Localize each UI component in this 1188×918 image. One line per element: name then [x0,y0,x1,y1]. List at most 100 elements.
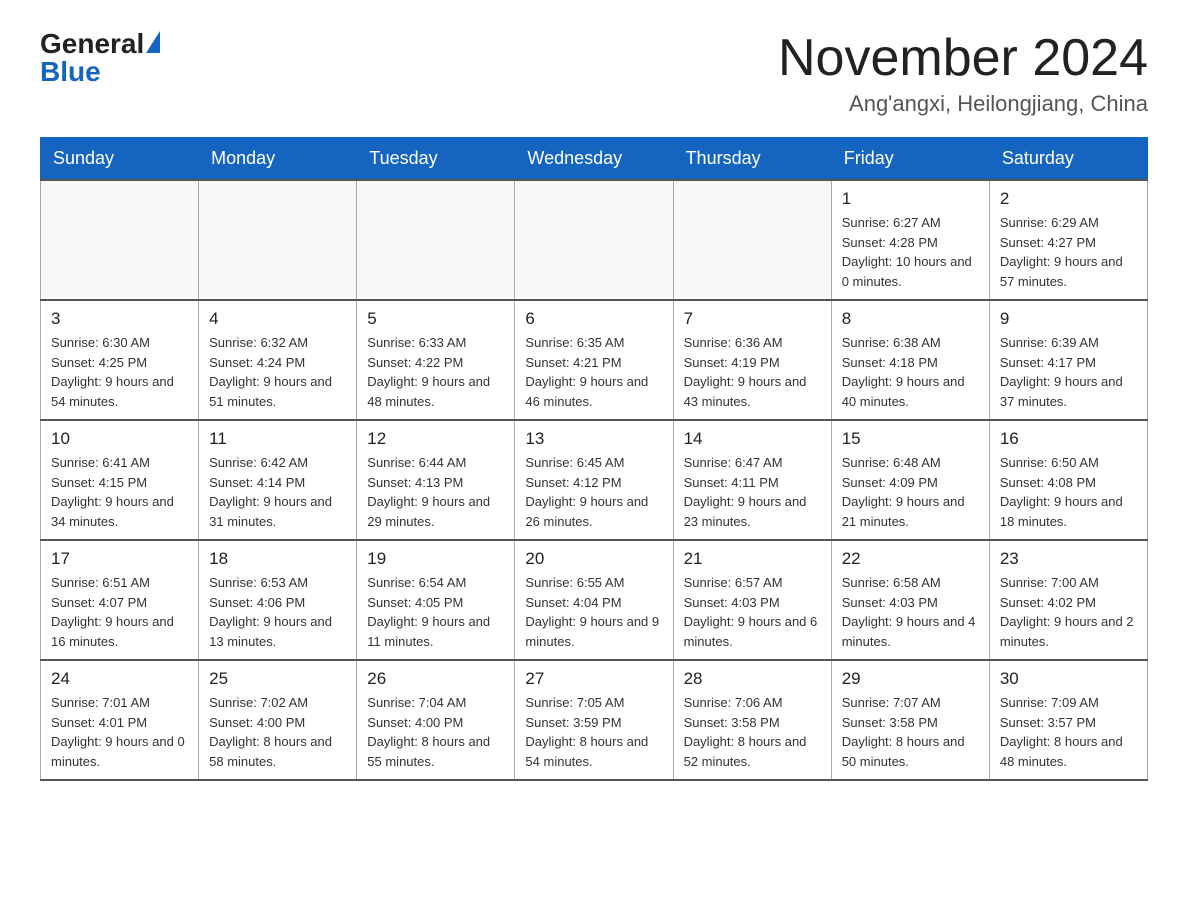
calendar-cell: 15Sunrise: 6:48 AM Sunset: 4:09 PM Dayli… [831,420,989,540]
day-info: Sunrise: 6:53 AM Sunset: 4:06 PM Dayligh… [209,573,346,651]
week-row-4: 17 Sunrise: 6:51 AM Sunset: 4:07 PM Dayli… [41,540,1148,660]
calendar-cell: 29Sunrise: 7:07 AM Sunset: 3:58 PM Dayli… [831,660,989,780]
day-number: 2 [1000,189,1137,209]
logo: General Blue [40,30,160,86]
day-number: 12 [367,429,504,449]
day-number: 29 [842,669,979,689]
calendar-cell: 4Sunrise: 6:32 AM Sunset: 4:24 PM Daylig… [199,300,357,420]
calendar-cell [41,180,199,300]
day-number: 24 [51,669,188,689]
calendar-cell: 11 Sunrise: 6:42 AM Sunset: 4:14 PM Dayli… [199,420,357,540]
day-info: Sunrise: 7:04 AM Sunset: 4:00 PM Dayligh… [367,693,504,771]
day-info: Sunrise: 7:02 AM Sunset: 4:00 PM Dayligh… [209,693,346,771]
day-info: Sunrise: 6:44 AM Sunset: 4:13 PM Dayligh… [367,453,504,531]
day-info: Sunrise: 6:41 AM Sunset: 4:15 PM Dayligh… [51,453,188,531]
calendar-cell: 7 Sunrise: 6:36 AM Sunset: 4:19 PM Daylig… [673,300,831,420]
day-number: 14 [684,429,821,449]
day-info: Sunrise: 6:39 AM Sunset: 4:17 PM Dayligh… [1000,333,1137,411]
day-number: 11 [209,429,346,449]
calendar-cell: 13 Sunrise: 6:45 AM Sunset: 4:12 PM Dayli… [515,420,673,540]
header-saturday: Saturday [989,138,1147,181]
header-wednesday: Wednesday [515,138,673,181]
day-info: Sunrise: 7:00 AM Sunset: 4:02 PM Dayligh… [1000,573,1137,651]
calendar-cell: 26 Sunrise: 7:04 AM Sunset: 4:00 PM Dayli… [357,660,515,780]
header-thursday: Thursday [673,138,831,181]
day-info: Sunrise: 6:48 AM Sunset: 4:09 PM Dayligh… [842,453,979,531]
day-number: 7 [684,309,821,329]
day-info: Sunrise: 6:30 AM Sunset: 4:25 PM Dayligh… [51,333,188,411]
day-number: 1 [842,189,979,209]
calendar-cell: 14 Sunrise: 6:47 AM Sunset: 4:11 PM Dayli… [673,420,831,540]
day-number: 27 [525,669,662,689]
title-block: November 2024 Ang'angxi, Heilongjiang, C… [778,30,1148,117]
day-number: 25 [209,669,346,689]
calendar-cell: 1Sunrise: 6:27 AM Sunset: 4:28 PM Daylig… [831,180,989,300]
calendar-body: 1Sunrise: 6:27 AM Sunset: 4:28 PM Daylig… [41,180,1148,780]
day-number: 30 [1000,669,1137,689]
day-info: Sunrise: 7:05 AM Sunset: 3:59 PM Dayligh… [525,693,662,771]
calendar-cell [673,180,831,300]
day-number: 10 [51,429,188,449]
day-info: Sunrise: 6:54 AM Sunset: 4:05 PM Dayligh… [367,573,504,651]
calendar-cell: 8Sunrise: 6:38 AM Sunset: 4:18 PM Daylig… [831,300,989,420]
day-number: 17 [51,549,188,569]
calendar-cell: 21 Sunrise: 6:57 AM Sunset: 4:03 PM Dayli… [673,540,831,660]
day-number: 13 [525,429,662,449]
day-number: 21 [684,549,821,569]
day-number: 3 [51,309,188,329]
day-info: Sunrise: 6:42 AM Sunset: 4:14 PM Dayligh… [209,453,346,531]
day-number: 26 [367,669,504,689]
header-row: SundayMondayTuesdayWednesdayThursdayFrid… [41,138,1148,181]
header-monday: Monday [199,138,357,181]
calendar-cell: 30Sunrise: 7:09 AM Sunset: 3:57 PM Dayli… [989,660,1147,780]
day-info: Sunrise: 6:57 AM Sunset: 4:03 PM Dayligh… [684,573,821,651]
day-info: Sunrise: 6:58 AM Sunset: 4:03 PM Dayligh… [842,573,979,651]
day-number: 8 [842,309,979,329]
day-info: Sunrise: 6:45 AM Sunset: 4:12 PM Dayligh… [525,453,662,531]
day-info: Sunrise: 6:36 AM Sunset: 4:19 PM Dayligh… [684,333,821,411]
calendar-cell: 12 Sunrise: 6:44 AM Sunset: 4:13 PM Dayli… [357,420,515,540]
calendar-cell: 18 Sunrise: 6:53 AM Sunset: 4:06 PM Dayli… [199,540,357,660]
calendar-cell: 22Sunrise: 6:58 AM Sunset: 4:03 PM Dayli… [831,540,989,660]
day-info: Sunrise: 7:06 AM Sunset: 3:58 PM Dayligh… [684,693,821,771]
day-info: Sunrise: 6:47 AM Sunset: 4:11 PM Dayligh… [684,453,821,531]
day-info: Sunrise: 6:29 AM Sunset: 4:27 PM Dayligh… [1000,213,1137,291]
calendar-cell: 3 Sunrise: 6:30 AM Sunset: 4:25 PM Daylig… [41,300,199,420]
logo-triangle-icon [146,31,160,53]
calendar-cell: 16 Sunrise: 6:50 AM Sunset: 4:08 PM Dayli… [989,420,1147,540]
day-info: Sunrise: 6:50 AM Sunset: 4:08 PM Dayligh… [1000,453,1137,531]
week-row-5: 24 Sunrise: 7:01 AM Sunset: 4:01 PM Dayli… [41,660,1148,780]
week-row-1: 1Sunrise: 6:27 AM Sunset: 4:28 PM Daylig… [41,180,1148,300]
calendar-cell: 6 Sunrise: 6:35 AM Sunset: 4:21 PM Daylig… [515,300,673,420]
calendar-cell: 23Sunrise: 7:00 AM Sunset: 4:02 PM Dayli… [989,540,1147,660]
day-info: Sunrise: 7:01 AM Sunset: 4:01 PM Dayligh… [51,693,188,771]
header-friday: Friday [831,138,989,181]
header-tuesday: Tuesday [357,138,515,181]
day-number: 6 [525,309,662,329]
calendar-cell: 9Sunrise: 6:39 AM Sunset: 4:17 PM Daylig… [989,300,1147,420]
day-number: 18 [209,549,346,569]
calendar-cell: 19 Sunrise: 6:54 AM Sunset: 4:05 PM Dayli… [357,540,515,660]
page-header: General Blue November 2024 Ang'angxi, He… [40,30,1148,117]
day-info: Sunrise: 6:35 AM Sunset: 4:21 PM Dayligh… [525,333,662,411]
logo-text: General Blue [40,30,160,86]
day-info: Sunrise: 6:33 AM Sunset: 4:22 PM Dayligh… [367,333,504,411]
header-sunday: Sunday [41,138,199,181]
location: Ang'angxi, Heilongjiang, China [778,91,1148,117]
day-info: Sunrise: 6:51 AM Sunset: 4:07 PM Dayligh… [51,573,188,651]
calendar-cell: 5Sunrise: 6:33 AM Sunset: 4:22 PM Daylig… [357,300,515,420]
calendar-cell [199,180,357,300]
calendar-cell: 10 Sunrise: 6:41 AM Sunset: 4:15 PM Dayli… [41,420,199,540]
calendar-cell: 2 Sunrise: 6:29 AM Sunset: 4:27 PM Daylig… [989,180,1147,300]
day-number: 19 [367,549,504,569]
day-info: Sunrise: 6:32 AM Sunset: 4:24 PM Dayligh… [209,333,346,411]
calendar-cell: 25 Sunrise: 7:02 AM Sunset: 4:00 PM Dayli… [199,660,357,780]
logo-general-text: General [40,30,144,58]
week-row-3: 10 Sunrise: 6:41 AM Sunset: 4:15 PM Dayli… [41,420,1148,540]
day-number: 28 [684,669,821,689]
calendar-header: SundayMondayTuesdayWednesdayThursdayFrid… [41,138,1148,181]
day-number: 16 [1000,429,1137,449]
calendar-cell [515,180,673,300]
calendar-cell [357,180,515,300]
month-title: November 2024 [778,30,1148,87]
